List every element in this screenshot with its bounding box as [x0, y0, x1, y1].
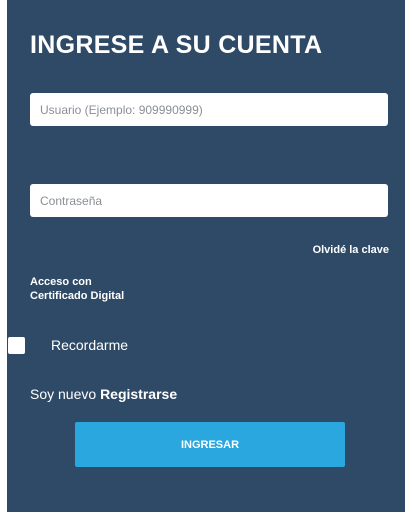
- login-button[interactable]: INGRESAR: [75, 422, 345, 467]
- new-user-line: Soy nuevo Registrarse: [30, 386, 177, 402]
- certificate-access-line2: Certificado Digital: [30, 290, 125, 302]
- login-panel: INGRESE A SU CUENTA Olvidé la clave Acce…: [7, 0, 405, 512]
- certificate-access-link[interactable]: Acceso con Certificado Digital: [30, 275, 124, 303]
- remember-me-checkbox[interactable]: [8, 337, 25, 354]
- forgot-password-link[interactable]: Olvidé la clave: [313, 244, 389, 256]
- password-input[interactable]: [30, 184, 388, 217]
- username-input[interactable]: [30, 93, 388, 126]
- remember-me-label[interactable]: Recordarme: [51, 337, 128, 353]
- certificate-access-line1: Acceso con: [30, 276, 92, 288]
- register-link[interactable]: Registrarse: [100, 386, 177, 402]
- login-title: INGRESE A SU CUENTA: [30, 31, 323, 59]
- new-user-text: Soy nuevo: [30, 386, 101, 402]
